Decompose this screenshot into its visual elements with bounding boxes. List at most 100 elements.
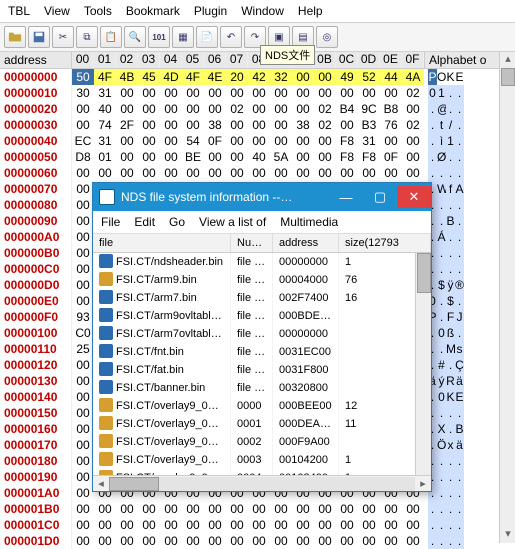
hex-byte[interactable]: 00 <box>138 117 160 133</box>
hex-ascii-char[interactable]: . <box>437 293 446 309</box>
hscroll-left-icon[interactable]: ◂ <box>93 477 109 490</box>
hex-byte[interactable]: 02 <box>402 117 424 133</box>
hex-byte[interactable]: 40 <box>94 101 116 117</box>
hex-ascii-char[interactable]: . <box>437 485 446 501</box>
hex-byte[interactable]: 00 <box>94 165 116 181</box>
hex-byte[interactable]: 00 <box>182 533 204 549</box>
hex-ascii-char[interactable]: . <box>446 421 455 437</box>
hex-byte[interactable]: 00 <box>138 149 160 165</box>
list-item[interactable]: FSI.CT/overlay9_000…0001000DEA0011 <box>93 415 431 433</box>
hex-ascii-char[interactable]: . <box>446 165 455 181</box>
hex-ascii-char[interactable]: . <box>446 485 455 501</box>
hex-byte[interactable]: 00 <box>182 165 204 181</box>
hex-ascii-char[interactable]: . <box>437 517 446 533</box>
hex-byte[interactable]: 00 <box>72 213 94 229</box>
dialog-menu-edit[interactable]: Edit <box>134 215 155 229</box>
hex-byte[interactable]: 02 <box>402 85 424 101</box>
hex-byte[interactable]: 00 <box>72 373 94 389</box>
hex-byte[interactable]: 00 <box>182 501 204 517</box>
hex-byte[interactable]: 00 <box>138 517 160 533</box>
hex-byte[interactable]: 31 <box>94 85 116 101</box>
hex-ascii-char[interactable]: O <box>437 69 446 85</box>
hex-byte[interactable]: 00 <box>248 101 270 117</box>
hex-byte[interactable]: 00 <box>380 133 402 149</box>
hex-ascii-char[interactable]: . <box>428 533 437 549</box>
hex-byte[interactable]: 30 <box>72 85 94 101</box>
hex-byte[interactable]: 00 <box>380 501 402 517</box>
hex-ascii-char[interactable]: A <box>455 181 464 197</box>
hex-byte[interactable]: 00 <box>72 357 94 373</box>
list-item[interactable]: FSI.CT/overlay9_000…0000000BEE0012 <box>93 397 431 415</box>
hex-ascii-char[interactable]: . <box>455 261 464 277</box>
hex-byte[interactable]: 45 <box>138 69 160 85</box>
hex-byte[interactable]: 00 <box>160 517 182 533</box>
hex-ascii-char[interactable]: . <box>455 101 464 117</box>
col-file-header[interactable]: file <box>93 234 231 252</box>
hex-byte[interactable]: 00 <box>160 165 182 181</box>
hex-byte[interactable]: 00 <box>138 101 160 117</box>
hex-byte[interactable]: 00 <box>72 277 94 293</box>
hex-ascii-char[interactable]: M <box>446 341 455 357</box>
hex-byte[interactable]: 00 <box>358 501 380 517</box>
hex-byte[interactable]: 00 <box>226 149 248 165</box>
hex-byte[interactable]: 4B <box>116 69 138 85</box>
hex-ascii-char[interactable]: f <box>446 181 455 197</box>
hex-byte[interactable]: C0 <box>72 325 94 341</box>
hex-row[interactable]: 00000040EC31000000540F0000000000F8310000… <box>0 133 515 149</box>
hex-byte[interactable]: 00 <box>182 85 204 101</box>
hex-ascii-char[interactable]: @ <box>437 101 446 117</box>
hex-byte[interactable]: 00 <box>226 85 248 101</box>
hex-byte[interactable]: 00 <box>314 517 336 533</box>
hex-ascii-char[interactable]: . <box>446 149 455 165</box>
hex-ascii-char[interactable]: . <box>437 533 446 549</box>
hex-ascii-char[interactable]: ý <box>437 373 446 389</box>
list-item[interactable]: FSI.CT/fnt.binfile l…0031EC00 <box>93 343 431 361</box>
hex-ascii-char[interactable]: R <box>446 373 455 389</box>
hex-byte[interactable]: 00 <box>314 69 336 85</box>
hex-ascii-char[interactable]: ® <box>455 277 464 293</box>
hex-ascii-char[interactable]: . <box>437 245 446 261</box>
hex-byte[interactable]: 00 <box>402 165 424 181</box>
hex-byte[interactable]: 00 <box>402 517 424 533</box>
menu-tbl[interactable]: TBL <box>8 4 30 18</box>
hex-byte[interactable]: 00 <box>292 165 314 181</box>
hex-ascii-char[interactable]: . <box>455 165 464 181</box>
hex-ascii-char[interactable]: K <box>446 69 455 85</box>
hex-byte[interactable]: 38 <box>292 117 314 133</box>
tool-table-icon[interactable]: ▦ <box>172 26 194 48</box>
list-item[interactable]: FSI.CT/overlay9_000…0003001042001 <box>93 451 431 469</box>
hex-byte[interactable]: 00 <box>72 101 94 117</box>
dialog-menu-multimedia[interactable]: Multimedia <box>280 215 338 229</box>
hex-byte[interactable]: 00 <box>226 117 248 133</box>
hex-byte[interactable]: 00 <box>402 533 424 549</box>
hex-byte[interactable]: 00 <box>336 165 358 181</box>
hex-byte[interactable]: 50 <box>72 69 94 85</box>
hex-byte[interactable]: 00 <box>72 517 94 533</box>
hex-ascii-char[interactable]: . <box>428 101 437 117</box>
hex-byte[interactable]: 00 <box>248 517 270 533</box>
hex-ascii-char[interactable]: . <box>455 325 464 341</box>
hex-byte[interactable]: 00 <box>72 245 94 261</box>
hex-byte[interactable]: 00 <box>336 117 358 133</box>
hex-byte[interactable]: 0F <box>204 133 226 149</box>
hex-ascii-char[interactable]: . <box>428 501 437 517</box>
hex-byte[interactable]: 00 <box>292 501 314 517</box>
hex-byte[interactable]: 00 <box>72 501 94 517</box>
hex-byte[interactable]: 00 <box>402 133 424 149</box>
hex-byte[interactable]: 00 <box>116 501 138 517</box>
col-address-header[interactable]: address <box>273 234 339 252</box>
hex-byte[interactable]: 00 <box>358 533 380 549</box>
hex-byte[interactable]: 31 <box>94 133 116 149</box>
hex-ascii-char[interactable]: ä <box>455 437 464 453</box>
hex-byte[interactable]: 00 <box>358 517 380 533</box>
hex-byte[interactable]: 00 <box>72 533 94 549</box>
scroll-down-icon[interactable]: ▾ <box>500 527 515 543</box>
hex-ascii-char[interactable]: . <box>455 405 464 421</box>
tool-save-icon[interactable] <box>28 26 50 48</box>
hex-ascii-char[interactable]: . <box>455 533 464 549</box>
hex-byte[interactable]: B3 <box>358 117 380 133</box>
hex-byte[interactable]: 20 <box>226 69 248 85</box>
hex-byte[interactable]: 00 <box>72 165 94 181</box>
tool-undo-icon[interactable]: ↶ <box>220 26 242 48</box>
hex-ascii-char[interactable]: . <box>446 261 455 277</box>
